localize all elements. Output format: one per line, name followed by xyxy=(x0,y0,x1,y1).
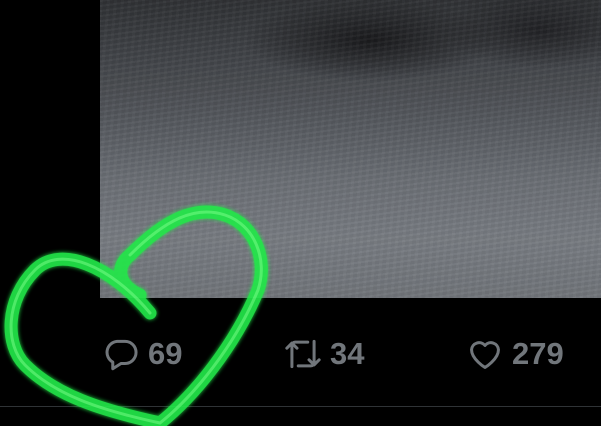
heart-icon xyxy=(470,341,500,369)
tweet-action-bar: 69 34 279 xyxy=(0,330,601,378)
like-button[interactable]: 279 xyxy=(466,330,564,378)
retweet-count: 34 xyxy=(330,336,365,371)
retweet-button[interactable]: 34 xyxy=(284,330,364,378)
divider xyxy=(0,406,601,407)
retweet-icon xyxy=(285,339,321,369)
reply-button[interactable]: 69 xyxy=(102,330,182,378)
reply-icon xyxy=(105,339,138,371)
like-count: 279 xyxy=(512,336,564,371)
tweet-media-image[interactable] xyxy=(100,0,601,298)
reply-count: 69 xyxy=(148,336,183,371)
